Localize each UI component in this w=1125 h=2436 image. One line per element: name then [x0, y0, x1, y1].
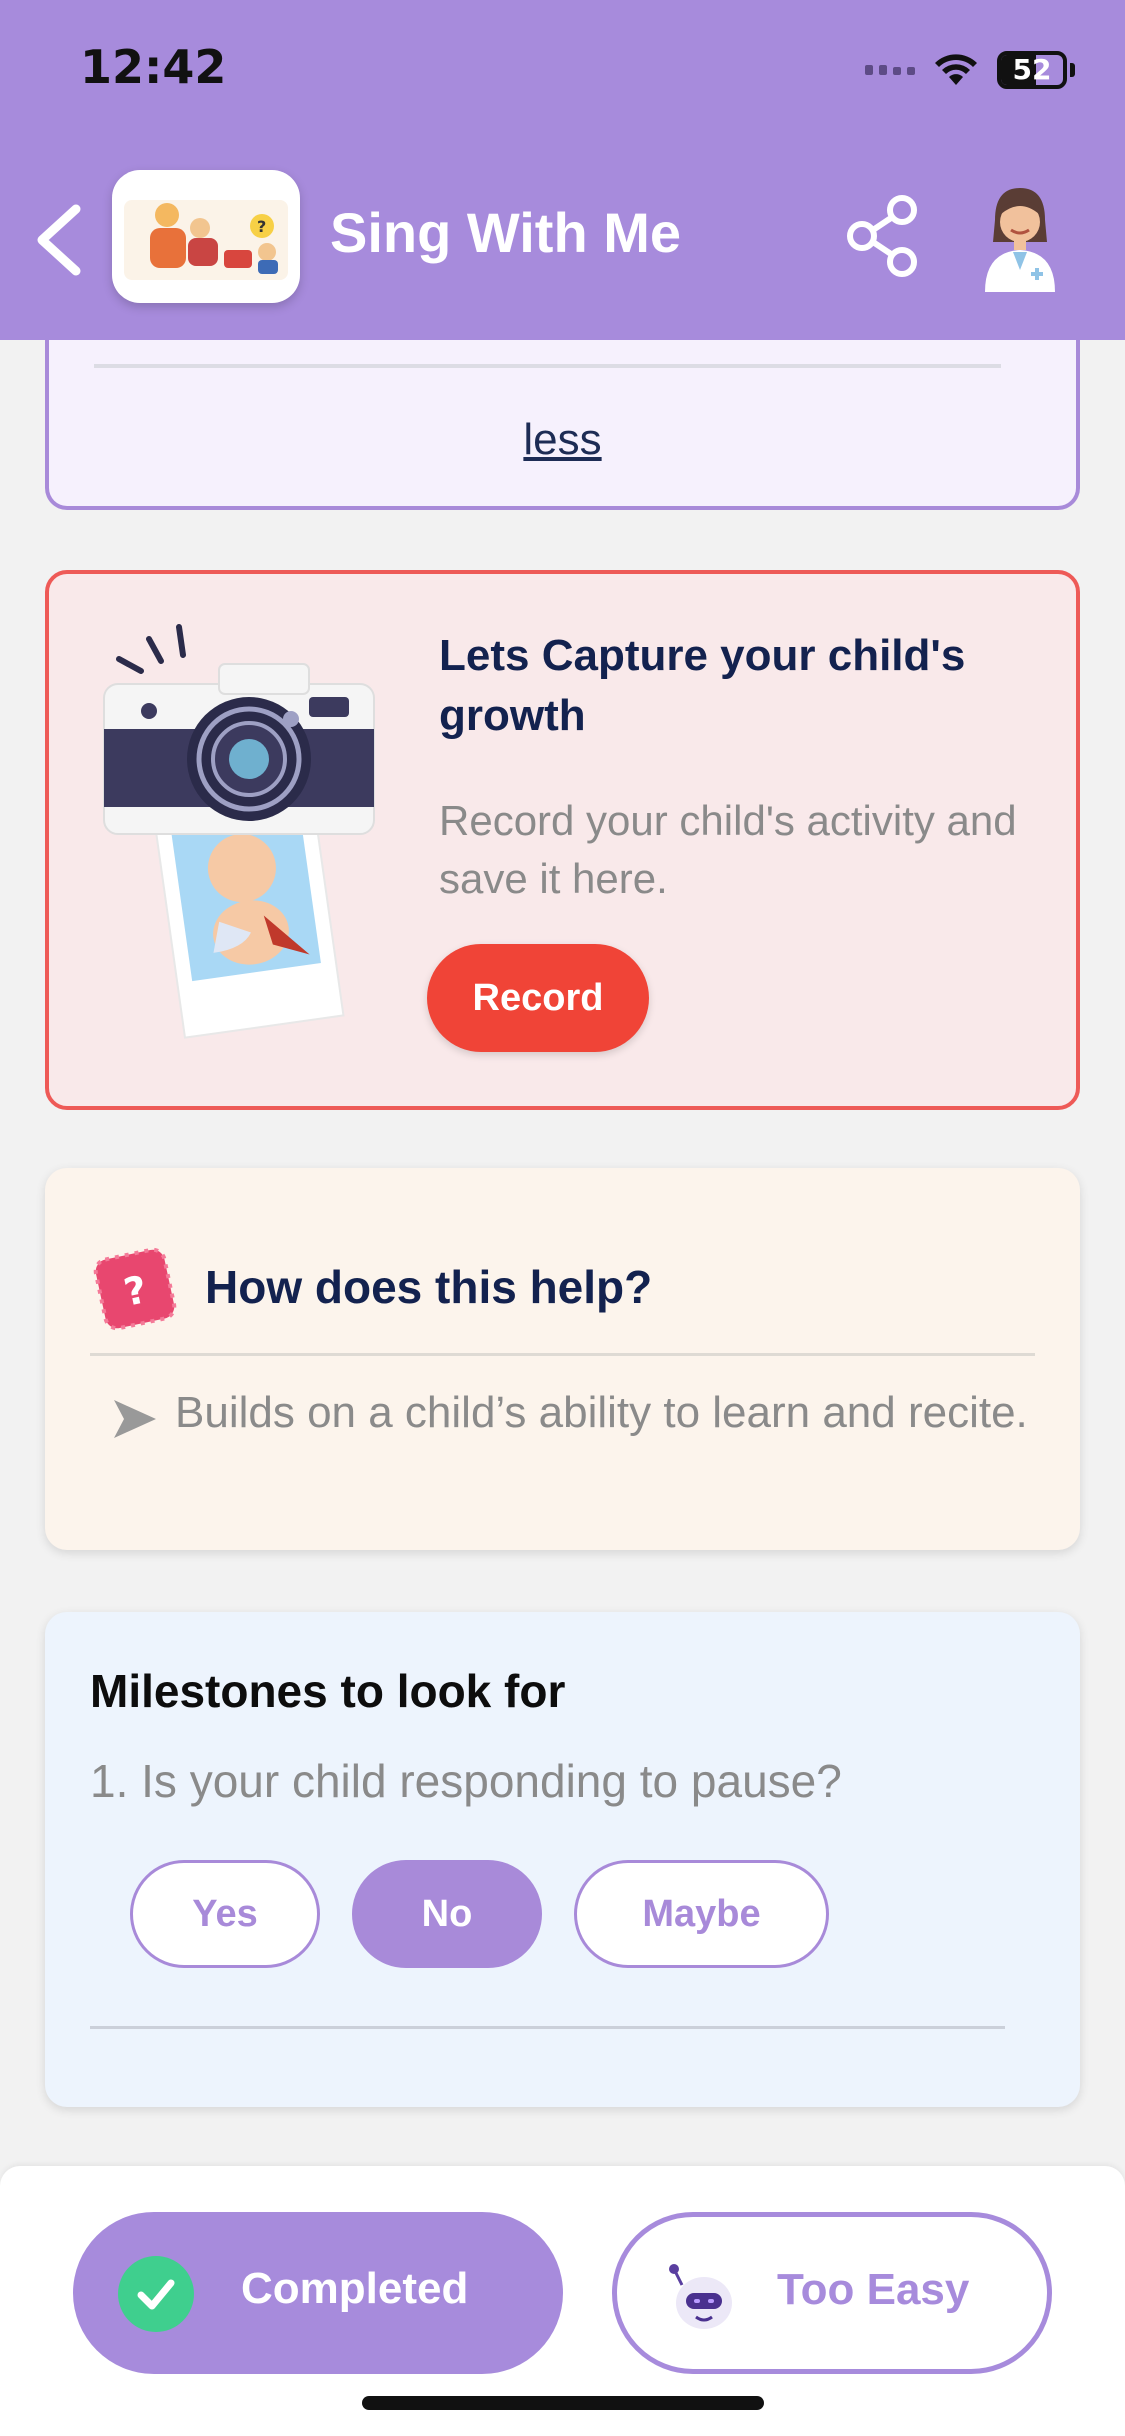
capture-growth-card: Lets Capture your child's growth Record … [45, 570, 1080, 1110]
expert-avatar[interactable] [975, 180, 1065, 295]
doctor-icon [985, 188, 1055, 292]
milestone-divider [90, 2026, 1005, 2029]
help-point: Builds on a child’s ability to learn and… [175, 1388, 1028, 1437]
battery-level: 52 [1012, 53, 1052, 86]
question-block-icon: ? [93, 1247, 177, 1331]
too-easy-label: Too Easy [777, 2265, 970, 2314]
share-icon [847, 195, 917, 277]
how-does-this-help-card: ? How does this help? Builds on a child’… [45, 1168, 1080, 1550]
status-icons: 52 [865, 48, 1075, 92]
milestone-question: 1. Is your child responding to pause? [90, 1755, 842, 1807]
page-title: Sing With Me [330, 201, 682, 264]
show-less-link[interactable]: less [49, 415, 1076, 465]
app-header: 12:42 52 ? Sing With Me [0, 0, 1125, 340]
milestones-card: Milestones to look for 1. Is your child … [45, 1612, 1080, 2107]
help-divider [90, 1353, 1035, 1356]
camera-photo-illustration-icon [103, 624, 375, 1039]
completed-button[interactable]: Completed [73, 2212, 563, 2374]
wifi-icon [935, 54, 977, 85]
completed-label: Completed [241, 2264, 469, 2313]
send-arrow-icon [114, 1400, 156, 1438]
activity-thumbnail: ? [112, 170, 300, 303]
answer-options: Yes No Maybe [130, 1860, 829, 1968]
answer-no-button[interactable]: No [352, 1860, 542, 1968]
svg-text:?: ? [257, 217, 266, 236]
battery-icon: 52 [997, 51, 1067, 89]
too-easy-button[interactable]: Too Easy [612, 2212, 1052, 2374]
capture-description: Record your child's activity and save it… [439, 797, 1017, 902]
chevron-left-icon [37, 204, 81, 276]
record-button[interactable]: Record [427, 944, 649, 1052]
milestones-title: Milestones to look for [90, 1665, 566, 1717]
capture-title: Lets Capture your child's growth [439, 631, 966, 740]
back-button[interactable] [30, 195, 90, 285]
status-time: 12:42 [80, 40, 227, 94]
card-divider [94, 364, 1001, 368]
family-illustration-icon: ? [124, 200, 288, 280]
home-indicator[interactable] [362, 2396, 764, 2410]
cellular-signal-icon [865, 65, 915, 75]
help-title: How does this help? [205, 1261, 653, 1313]
answer-maybe-button[interactable]: Maybe [574, 1860, 829, 1968]
check-circle-icon [118, 2256, 194, 2332]
share-button[interactable] [842, 190, 922, 280]
answer-yes-button[interactable]: Yes [130, 1860, 320, 1968]
robot-icon [669, 2264, 732, 2329]
